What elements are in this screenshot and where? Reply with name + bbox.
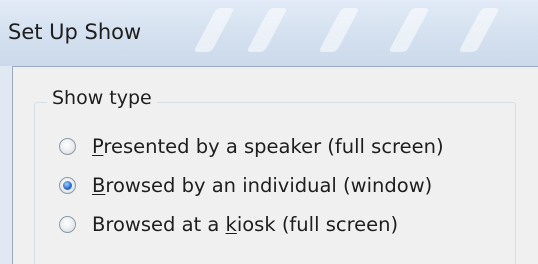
glass-streak — [388, 8, 430, 52]
option-label: Presented by a speaker (full screen) — [92, 135, 444, 158]
glass-streak — [193, 8, 235, 52]
option-label: Browsed by an individual (window) — [92, 174, 433, 197]
option-label: Browsed at a kiosk (full screen) — [92, 213, 399, 236]
glass-streak — [458, 8, 500, 52]
show-type-group: Show type Presented by a speaker (full s… — [34, 87, 516, 264]
radio-browsed-at-kiosk[interactable] — [59, 216, 76, 233]
set-up-show-dialog: Set Up Show Show type Presented by a spe… — [0, 0, 538, 264]
glass-streak — [246, 8, 288, 52]
title-bar[interactable]: Set Up Show — [0, 0, 538, 66]
option-browsed-by-individual[interactable]: Browsed by an individual (window) — [59, 174, 432, 197]
glass-streak — [318, 8, 360, 52]
option-browsed-at-kiosk[interactable]: Browsed at a kiosk (full screen) — [59, 213, 398, 236]
radio-presented-by-speaker[interactable] — [59, 138, 76, 155]
radio-browsed-by-individual[interactable] — [59, 177, 76, 194]
window-title: Set Up Show — [8, 20, 142, 44]
dialog-client-area: Show type Presented by a speaker (full s… — [12, 66, 538, 264]
option-presented-by-speaker[interactable]: Presented by a speaker (full screen) — [59, 135, 444, 158]
show-type-group-label: Show type — [47, 87, 157, 109]
